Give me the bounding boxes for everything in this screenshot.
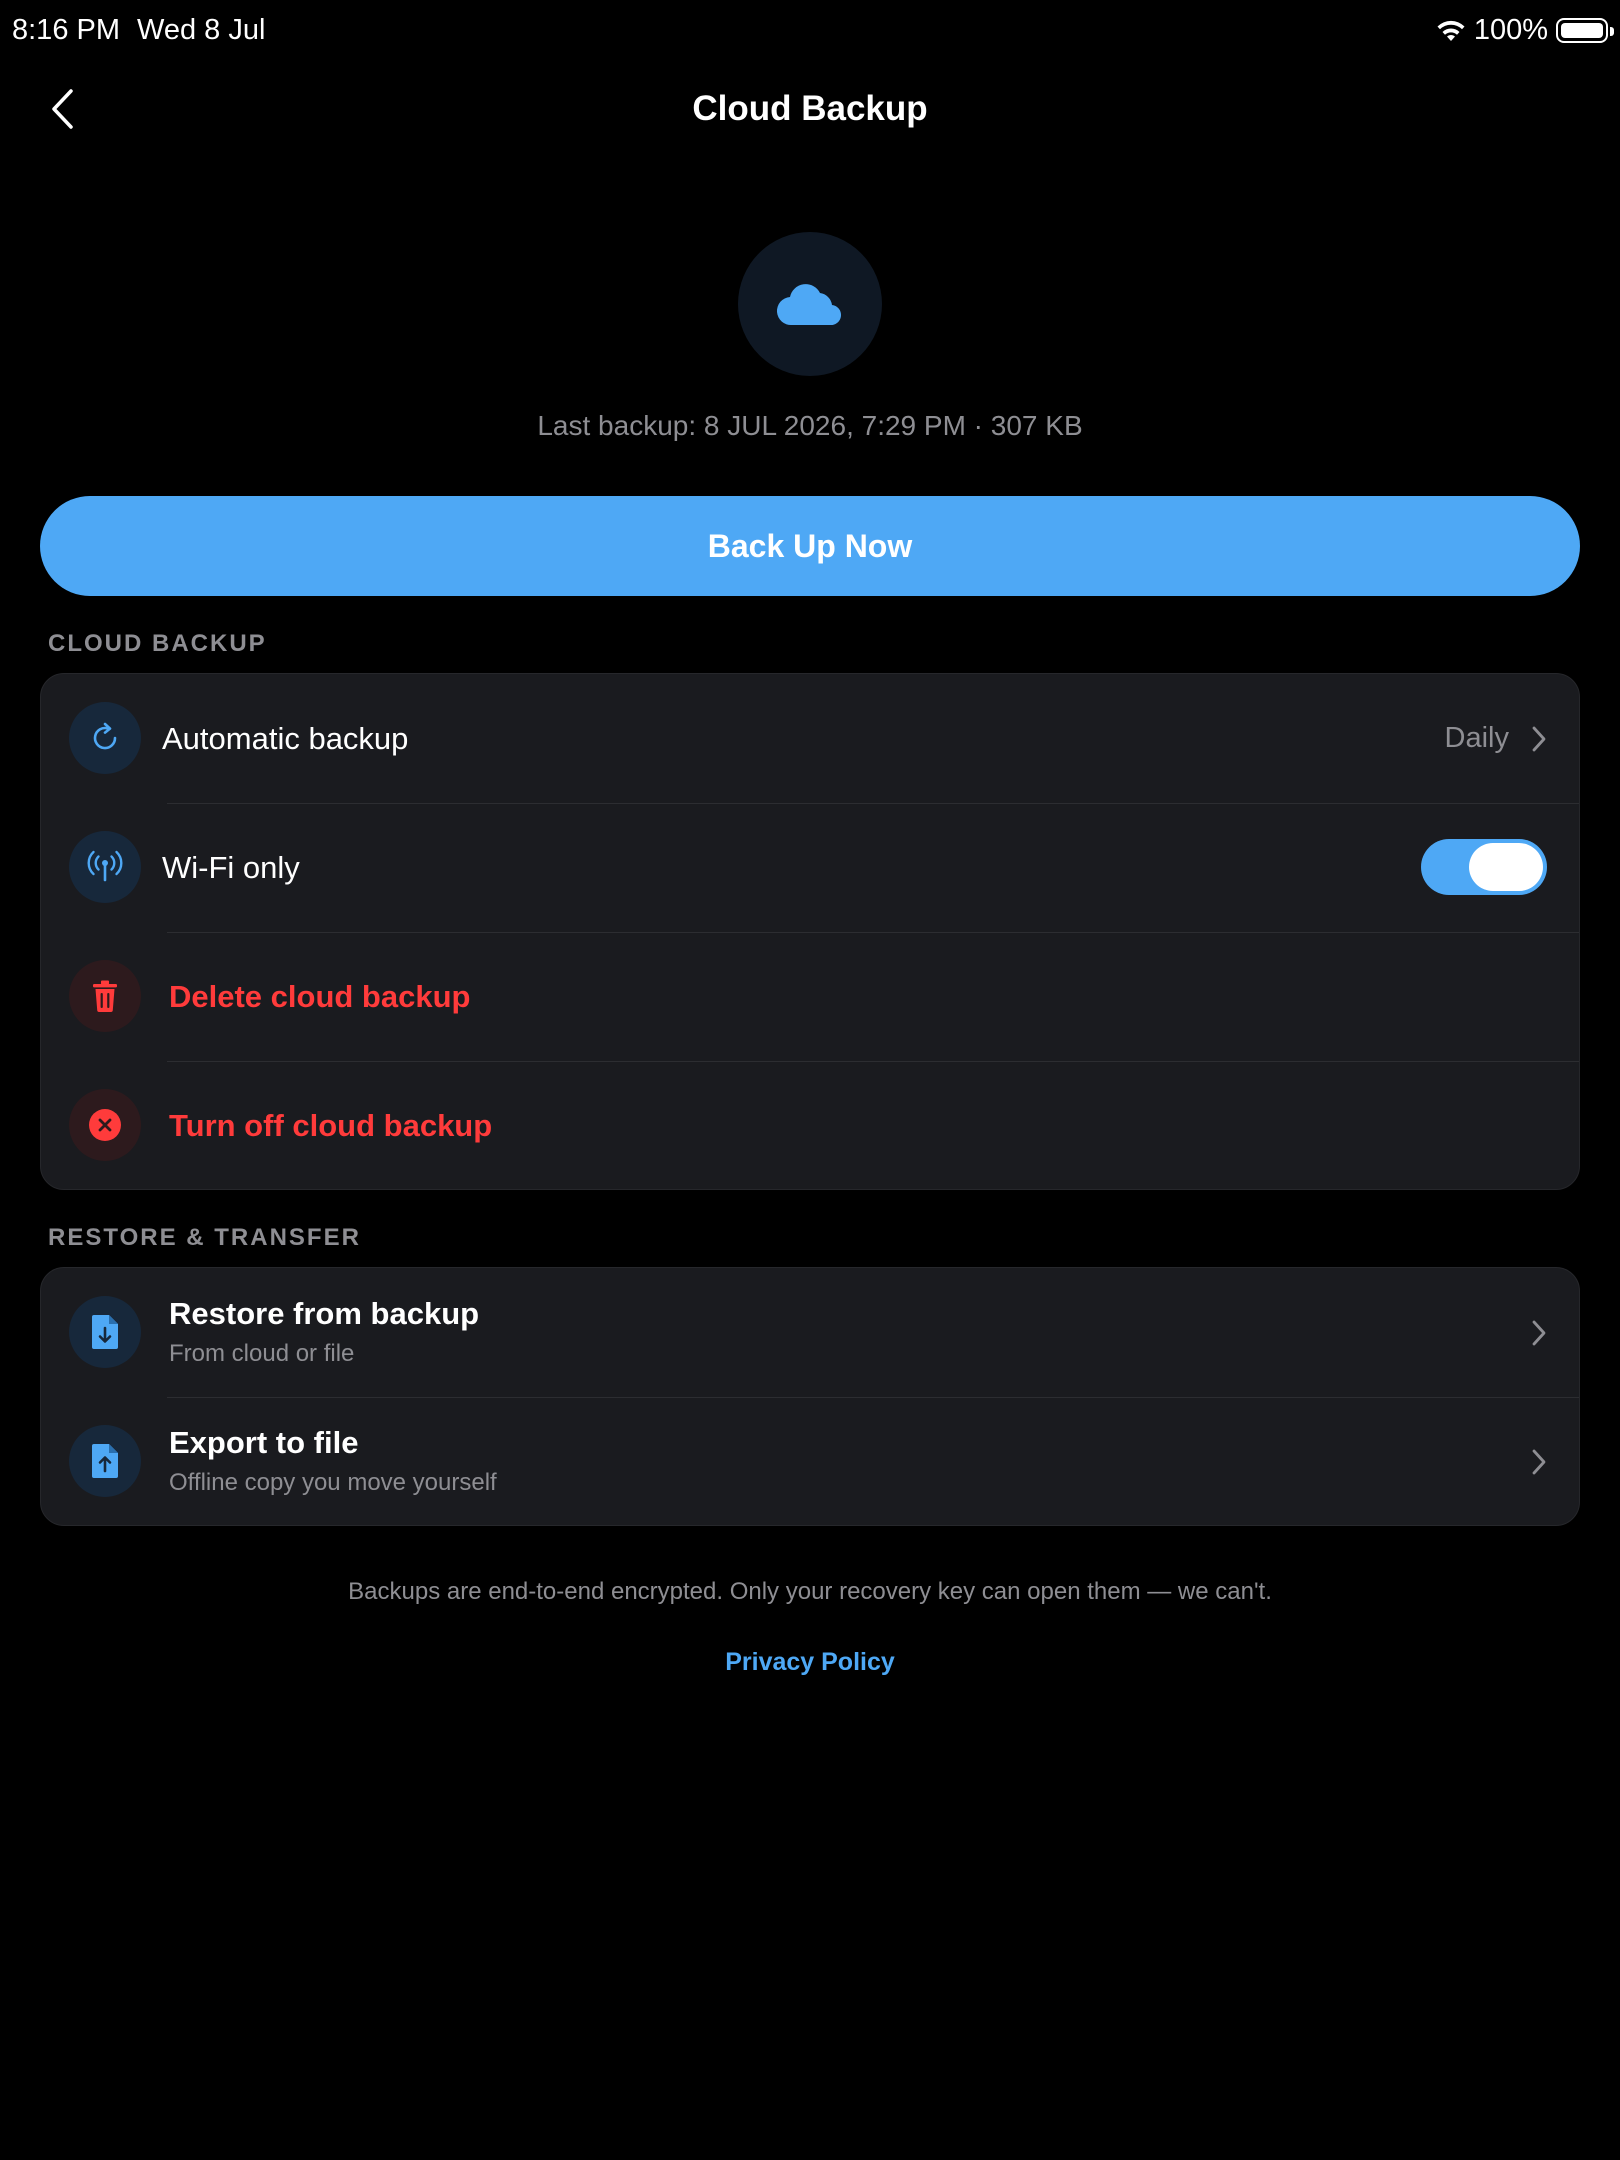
export-to-file-row[interactable]: Export to file Offline copy you move you… <box>41 1397 1579 1525</box>
status-bar: 8:16 PM Wed 8 Jul 100% <box>0 0 1620 64</box>
automatic-backup-row[interactable]: Automatic backup Daily <box>41 674 1579 803</box>
restore-from-backup-title: Restore from backup <box>169 1296 480 1331</box>
battery-icon <box>1556 18 1614 43</box>
wifi-only-row: Wi-Fi only <box>41 803 1579 932</box>
file-download-icon <box>69 1296 141 1368</box>
antenna-icon <box>69 831 141 903</box>
trash-icon <box>69 960 141 1032</box>
chevron-right-icon <box>1532 1320 1546 1345</box>
wifi-only-toggle[interactable] <box>1421 839 1547 895</box>
chevron-right-icon <box>1532 1449 1546 1474</box>
battery-percentage: 100% <box>1473 14 1548 46</box>
status-right: 100% <box>1436 14 1614 47</box>
toggle-knob <box>1469 843 1543 891</box>
chevron-right-icon <box>1532 726 1546 751</box>
delete-cloud-backup-row[interactable]: Delete cloud backup <box>41 932 1579 1061</box>
restore-from-backup-row[interactable]: Restore from backup From cloud or file <box>41 1268 1579 1397</box>
page-title: Cloud Backup <box>692 89 928 128</box>
delete-cloud-backup-label: Delete cloud backup <box>169 978 471 1014</box>
automatic-backup-value: Daily <box>1444 722 1509 754</box>
export-to-file-subtitle: Offline copy you move yourself <box>169 1469 497 1496</box>
cloud-backup-screen: 8:16 PM Wed 8 Jul 100% Cloud Backup Last… <box>0 0 1620 2160</box>
wifi-only-label: Wi-Fi only <box>162 849 300 885</box>
privacy-policy-link[interactable]: Privacy Policy <box>0 1648 1620 1677</box>
last-backup-info: Last backup: 8 JUL 2026, 7:29 PM · 307 K… <box>537 410 1083 441</box>
encryption-note: Backups are end-to-end encrypted. Only y… <box>348 1578 1272 1605</box>
export-to-file-title: Export to file <box>169 1425 359 1460</box>
section-header-cloud-backup: CLOUD BACKUP <box>48 630 267 657</box>
restore-from-backup-subtitle: From cloud or file <box>169 1340 355 1367</box>
automatic-backup-label: Automatic backup <box>162 720 409 756</box>
back-button[interactable] <box>40 86 84 132</box>
cloud-icon <box>776 284 842 326</box>
file-upload-icon <box>69 1425 141 1497</box>
refresh-icon <box>69 702 141 774</box>
cloud-backup-card: Automatic backup Daily Wi-Fi only Delete… <box>40 673 1580 1190</box>
turn-off-cloud-backup-label: Turn off cloud backup <box>169 1107 493 1143</box>
cloud-hero <box>738 232 882 376</box>
status-date: Wed 8 Jul <box>137 14 266 46</box>
turn-off-cloud-backup-row[interactable]: Turn off cloud backup <box>41 1061 1579 1189</box>
back-up-now-button[interactable]: Back Up Now <box>40 496 1580 596</box>
close-circle-icon <box>69 1089 141 1161</box>
section-header-restore-transfer: RESTORE & TRANSFER <box>48 1224 361 1251</box>
chevron-left-icon <box>52 89 73 129</box>
status-time: 8:16 PM <box>12 14 120 46</box>
wifi-icon <box>1436 20 1466 42</box>
restore-transfer-card: Restore from backup From cloud or file E… <box>40 1267 1580 1526</box>
